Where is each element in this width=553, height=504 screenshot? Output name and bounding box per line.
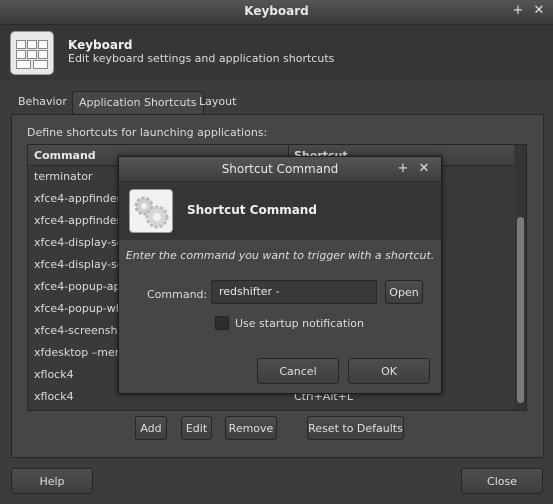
command-input[interactable]: redshifter - bbox=[211, 280, 377, 304]
keyboard-icon bbox=[10, 31, 54, 75]
tab-application-shortcuts[interactable]: Application Shortcuts bbox=[72, 91, 204, 114]
edit-button[interactable]: Edit bbox=[181, 416, 212, 440]
startup-notification-checkbox[interactable] bbox=[215, 316, 229, 330]
scrollbar-thumb[interactable] bbox=[517, 217, 524, 403]
page-title: Keyboard bbox=[68, 38, 133, 52]
command-label: Command: bbox=[147, 288, 208, 301]
startup-notification-label: Use startup notification bbox=[235, 317, 364, 330]
vertical-scrollbar[interactable] bbox=[515, 145, 526, 410]
tab-behavior[interactable]: Behavior bbox=[12, 91, 73, 113]
shortcut-command-dialog: Shortcut Command + ✕ Shortcut Command En… bbox=[118, 156, 442, 394]
dialog-titlebar: Shortcut Command + ✕ bbox=[119, 157, 441, 182]
dialog-heading: Shortcut Command bbox=[187, 203, 317, 217]
page-subtitle: Edit keyboard settings and application s… bbox=[68, 52, 335, 65]
dialog-header: Keyboard Edit keyboard settings and appl… bbox=[0, 25, 553, 81]
pin-icon[interactable]: + bbox=[510, 3, 526, 19]
pin-icon[interactable]: + bbox=[395, 161, 411, 177]
gear-icon bbox=[129, 189, 173, 233]
dialog-title: Shortcut Command bbox=[221, 162, 339, 176]
remove-button[interactable]: Remove bbox=[225, 416, 277, 440]
tab-layout[interactable]: Layout bbox=[193, 91, 242, 113]
close-button[interactable]: Close bbox=[461, 468, 543, 494]
dialog-instruction: Enter the command you want to trigger wi… bbox=[125, 249, 435, 262]
add-button[interactable]: Add bbox=[135, 416, 167, 440]
cancel-button[interactable]: Cancel bbox=[257, 358, 339, 384]
ok-button[interactable]: OK bbox=[348, 358, 430, 384]
close-icon[interactable]: ✕ bbox=[416, 161, 432, 177]
close-icon[interactable]: ✕ bbox=[531, 3, 547, 19]
window-titlebar: Keyboard + ✕ bbox=[0, 0, 553, 25]
reset-to-defaults-button[interactable]: Reset to Defaults bbox=[307, 416, 404, 440]
dialog-header: Shortcut Command bbox=[119, 182, 441, 240]
help-button[interactable]: Help bbox=[11, 468, 93, 494]
window-title: Keyboard bbox=[244, 4, 309, 18]
open-button[interactable]: Open bbox=[385, 280, 423, 304]
shortcuts-description: Define shortcuts for launching applicati… bbox=[27, 126, 268, 139]
column-header-command[interactable]: Command bbox=[34, 149, 96, 162]
